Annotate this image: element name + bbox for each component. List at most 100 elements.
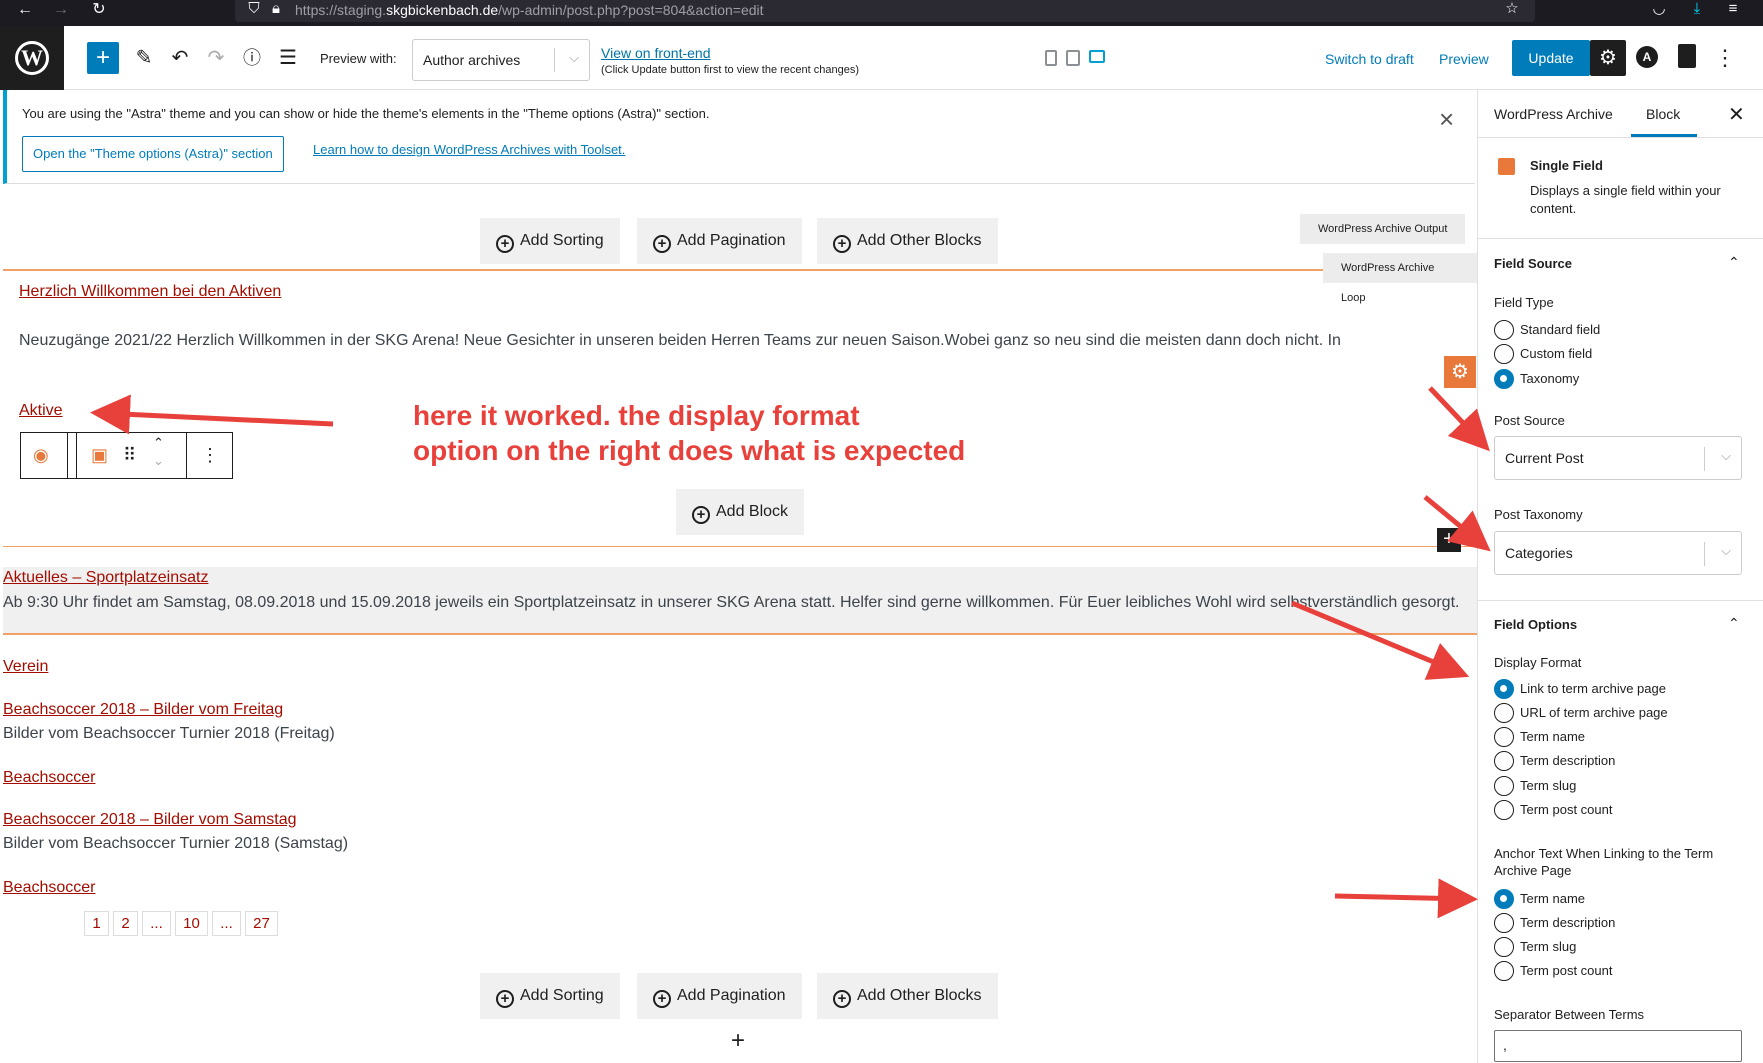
astra-icon[interactable]: A xyxy=(1636,46,1658,68)
preview-with-select[interactable]: Author archives ⌵ xyxy=(412,39,590,81)
theme-notice: You are using the "Astra" theme and you … xyxy=(3,90,1475,184)
add-other-blocks-button[interactable]: + Add Other Blocks xyxy=(817,218,998,264)
field-type-radio[interactable] xyxy=(1494,344,1514,364)
pagination-link[interactable]: 27 xyxy=(245,911,278,936)
reload-icon[interactable]: ↻ xyxy=(86,0,112,26)
field-type-radio[interactable] xyxy=(1494,320,1514,340)
post-title-link[interactable]: Beachsoccer 2018 – Bilder vom Freitag xyxy=(3,701,283,719)
desktop-preview-icon[interactable] xyxy=(1089,50,1105,63)
pocket-icon[interactable]: ◡ xyxy=(1648,0,1670,22)
anchor-text-label: Anchor Text When Linking to the Term Arc… xyxy=(1494,846,1714,878)
tab-wordpress-archive[interactable]: WordPress Archive xyxy=(1494,106,1613,122)
more-options-icon[interactable]: ⋮ xyxy=(1714,42,1736,74)
forward-icon[interactable]: → xyxy=(48,0,74,26)
display-format-radio[interactable] xyxy=(1494,751,1514,771)
term-link[interactable]: Aktive xyxy=(19,402,63,420)
calendar-block-icon[interactable]: ▣ xyxy=(91,433,108,478)
term-link[interactable]: Verein xyxy=(3,658,48,676)
post-excerpt: Bilder vom Beachsoccer Turnier 2018 (Sam… xyxy=(3,835,349,852)
anchor-text-radio[interactable] xyxy=(1494,937,1514,957)
close-icon[interactable]: × xyxy=(1439,106,1454,132)
wordpress-logo-icon[interactable]: W xyxy=(0,26,64,90)
view-front-end-link[interactable]: View on front-end xyxy=(601,45,710,61)
panel-divider xyxy=(1478,600,1763,601)
learn-archives-link[interactable]: Learn how to design WordPress Archives w… xyxy=(313,142,625,157)
add-sorting-button[interactable]: + Add Sorting xyxy=(480,973,620,1019)
display-format-option: Term slug xyxy=(1520,778,1577,793)
post-taxonomy-select[interactable]: Categories ⌵ xyxy=(1494,531,1742,575)
loop-settings-icon[interactable]: ⚙ xyxy=(1444,356,1476,388)
insert-block-icon[interactable]: + xyxy=(1437,528,1461,552)
chevron-up-icon[interactable]: ⌃ xyxy=(1728,254,1740,271)
post-title-link[interactable]: Herzlich Willkommen bei den Aktiven xyxy=(19,283,281,301)
post-source-select[interactable]: Current Post ⌵ xyxy=(1494,436,1742,480)
bookmark-star-icon[interactable]: ☆ xyxy=(1501,0,1523,22)
post-excerpt: Bilder vom Beachsoccer Turnier 2018 (Fre… xyxy=(3,725,335,742)
add-pagination-button[interactable]: + Add Pagination xyxy=(637,218,802,264)
download-icon[interactable]: ⤓ xyxy=(1686,0,1708,22)
info-icon[interactable]: ⓘ xyxy=(236,42,268,74)
display-format-radio[interactable] xyxy=(1494,679,1514,699)
calendar-block-icon xyxy=(1498,158,1515,175)
add-block-button[interactable]: + xyxy=(87,42,119,74)
update-button[interactable]: Update xyxy=(1512,40,1590,76)
tablet-preview-icon[interactable] xyxy=(1066,50,1080,66)
add-other-blocks-button[interactable]: + Add Other Blocks xyxy=(817,973,998,1019)
term-link[interactable]: Beachsoccer xyxy=(3,769,96,787)
plus-circle-icon: + xyxy=(496,990,514,1008)
pagination-link[interactable]: 2 xyxy=(113,911,138,936)
preview-button[interactable]: Preview xyxy=(1439,51,1489,67)
display-format-radio[interactable] xyxy=(1494,800,1514,820)
toolset-icon[interactable] xyxy=(1678,44,1696,68)
archive-loop-tag[interactable]: WordPress Archive Loop xyxy=(1323,253,1477,304)
pagination-link[interactable]: 10 xyxy=(175,911,208,936)
field-type-option: Taxonomy xyxy=(1520,371,1580,386)
separator-input[interactable]: , xyxy=(1494,1030,1742,1062)
undo-icon[interactable]: ↶ xyxy=(164,42,196,74)
mobile-preview-icon[interactable] xyxy=(1045,50,1057,66)
tab-block[interactable]: Block xyxy=(1646,106,1680,122)
display-format-option: Link to term archive page xyxy=(1520,681,1666,696)
close-icon[interactable]: ✕ xyxy=(1728,102,1745,127)
display-format-radio[interactable] xyxy=(1494,776,1514,796)
redo-icon[interactable]: ↷ xyxy=(200,42,232,74)
display-format-radio[interactable] xyxy=(1494,703,1514,723)
archive-output-tag[interactable]: WordPress Archive Output xyxy=(1300,214,1466,244)
theme-options-button[interactable]: Open the "Theme options (Astra)" section xyxy=(22,136,284,172)
post-title-link[interactable]: Beachsoccer 2018 – Bilder vom Samstag xyxy=(3,811,296,829)
term-link[interactable]: Beachsoccer xyxy=(3,879,96,897)
display-format-label: Display Format xyxy=(1494,655,1582,670)
display-format-radio[interactable] xyxy=(1494,727,1514,747)
post-title-link[interactable]: Aktuelles – Sportplatzeinsatz xyxy=(3,569,208,587)
pagination-link[interactable]: 1 xyxy=(84,911,109,936)
settings-gear-icon[interactable]: ⚙ xyxy=(1590,40,1626,76)
pencil-icon[interactable]: ✎ xyxy=(128,42,160,74)
anchor-text-radio[interactable] xyxy=(1494,889,1514,909)
transform-block-button[interactable]: ◉ xyxy=(21,433,68,478)
switch-to-draft-button[interactable]: Switch to draft xyxy=(1325,51,1414,67)
anchor-text-option: Term name xyxy=(1520,891,1586,906)
chevron-up-icon[interactable]: ⌃ xyxy=(1728,615,1740,632)
block-controls: ▣ ⠿ ⌃ ⌄ xyxy=(76,433,187,478)
field-options-panel-toggle[interactable]: Field Options xyxy=(1494,617,1577,632)
add-pagination-button[interactable]: + Add Pagination xyxy=(637,973,802,1019)
anchor-text-radio[interactable] xyxy=(1494,961,1514,981)
move-up-icon[interactable]: ⌃ xyxy=(153,433,164,453)
post-taxonomy-label: Post Taxonomy xyxy=(1494,507,1583,522)
field-type-option: Standard field xyxy=(1520,322,1601,337)
drag-handle-icon[interactable]: ⠿ xyxy=(123,433,136,478)
add-block-button[interactable]: + Add Block xyxy=(676,489,805,535)
editor-canvas: You are using the "Astra" theme and you … xyxy=(0,90,1477,1063)
add-sorting-button[interactable]: + Add Sorting xyxy=(480,218,620,264)
url-text: https://staging.skgbickenbach.de/wp-admi… xyxy=(295,2,764,18)
back-icon[interactable]: ← xyxy=(12,0,38,26)
append-block-icon[interactable]: + xyxy=(731,1029,745,1053)
field-source-panel-toggle[interactable]: Field Source xyxy=(1494,256,1572,271)
list-view-icon[interactable]: ☰ xyxy=(272,42,304,74)
menu-icon[interactable]: ≡ xyxy=(1722,0,1744,22)
anchor-text-radio[interactable] xyxy=(1494,913,1514,933)
move-down-icon[interactable]: ⌄ xyxy=(153,451,164,471)
address-bar[interactable]: ⛉ 🔒︎ https://staging.skgbickenbach.de/wp… xyxy=(235,0,1535,22)
more-options-icon[interactable]: ⋮ xyxy=(201,433,219,478)
field-type-radio[interactable] xyxy=(1494,369,1514,389)
